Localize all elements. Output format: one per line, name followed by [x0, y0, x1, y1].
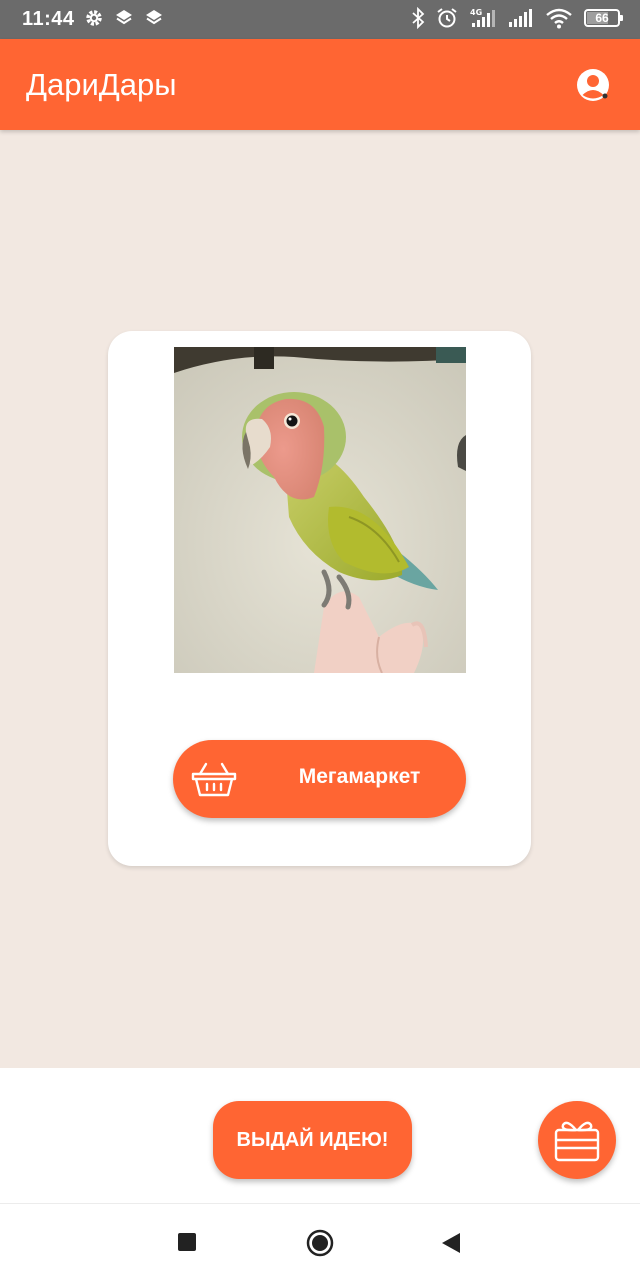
profile-button[interactable]: [575, 67, 611, 103]
wifi-icon: [546, 8, 572, 29]
status-right-icons: 4G 66: [411, 7, 623, 29]
megamarket-button-label: Мегамаркет: [298, 765, 421, 788]
signal-icon: [509, 9, 532, 27]
svg-text:4G: 4G: [470, 8, 482, 17]
alarm-icon: [437, 8, 457, 28]
bottom-panel: ВЫДАЙ ИДЕЮ!: [0, 1068, 640, 1203]
give-idea-button-label: ВЫДАЙ ИДЕЮ!: [236, 1128, 389, 1151]
basket-icon: [191, 762, 237, 797]
app-title: ДариДары: [26, 67, 177, 102]
parrot-photo: [174, 347, 466, 673]
battery-indicator: 66: [584, 9, 623, 27]
signal-4g-icon: 4G: [470, 8, 495, 27]
status-left-icons: [84, 8, 164, 28]
status-time: 11:44: [22, 8, 75, 30]
layers-icon: [146, 10, 162, 25]
system-nav-bar: [0, 1203, 640, 1280]
circle-icon[interactable]: [306, 1229, 334, 1257]
app-bar: ДариДары: [0, 39, 640, 130]
gift-photo: [174, 347, 466, 673]
gift-icon: [554, 1121, 600, 1162]
triangle-back-icon[interactable]: [441, 1232, 461, 1254]
megamarket-button[interactable]: Мегамаркет: [173, 740, 466, 818]
status-bar: 11:44 4G 66: [0, 0, 640, 39]
give-idea-button[interactable]: ВЫДАЙ ИДЕЮ!: [213, 1101, 412, 1179]
settings-icon: [86, 10, 102, 26]
gift-button[interactable]: [538, 1101, 616, 1179]
account-circle-icon: [577, 69, 609, 101]
idea-card: Мегамаркет: [108, 331, 531, 866]
bluetooth-icon: [412, 7, 425, 29]
square-icon[interactable]: [178, 1233, 196, 1251]
layers-icon: [116, 10, 132, 25]
battery-level: 66: [595, 11, 609, 25]
